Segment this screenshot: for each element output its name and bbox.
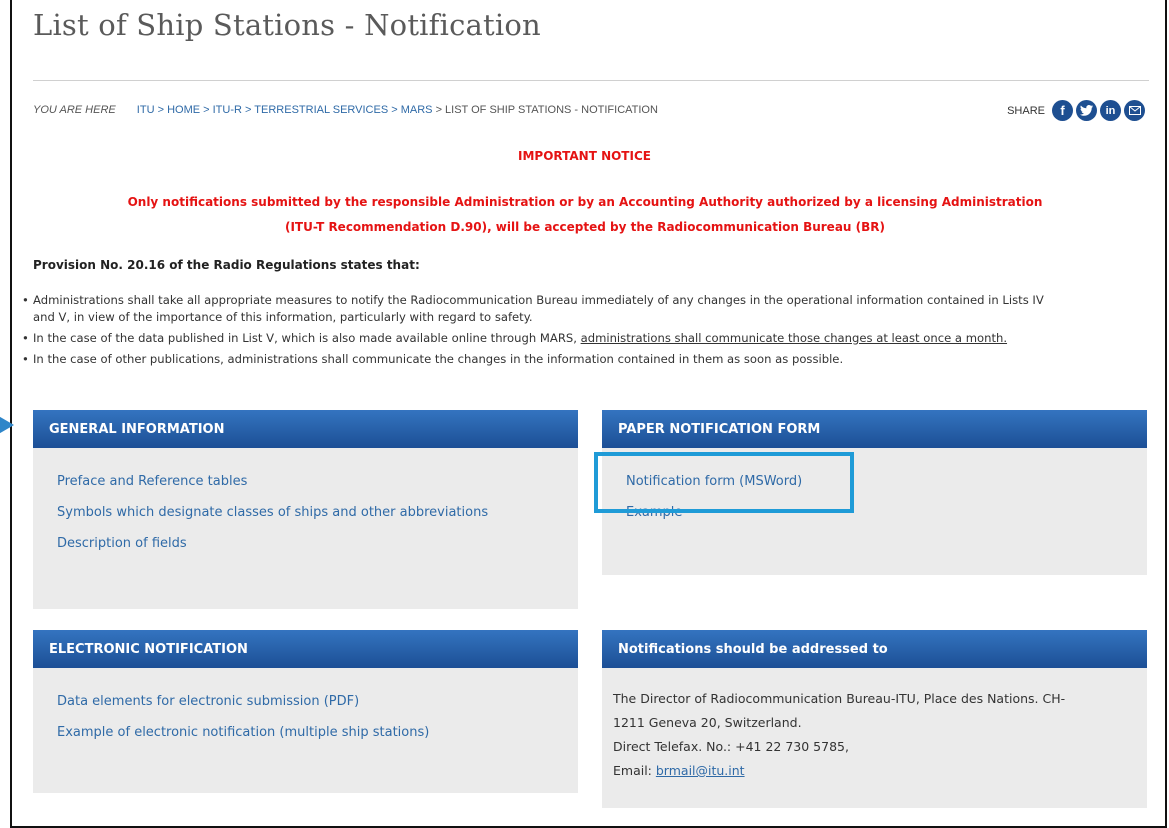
breadcrumb-itu[interactable]: ITU [137,104,155,116]
address-line-1: The Director of Radiocommunication Burea… [613,691,1066,706]
breadcrumb-terrestrial-services[interactable]: > TERRESTRIAL SERVICES [245,104,388,116]
share-label: SHARE [1007,104,1045,117]
provision-heading: Provision No. 20.16 of the Radio Regulat… [33,258,420,272]
facebook-icon[interactable]: f [1052,100,1073,121]
email-link[interactable]: brmail@itu.int [656,763,745,778]
breadcrumb-itu-r[interactable]: > ITU-R [203,104,242,116]
title-divider [33,80,1149,81]
email-icon[interactable] [1124,100,1145,121]
description-of-fields-link[interactable]: Description of fields [57,536,578,551]
breadcrumb-mars[interactable]: > MARS [391,104,432,116]
list-item: In the case of other publications, admin… [22,351,1150,368]
breadcrumb-prefix: YOU ARE HERE [33,104,116,116]
email-line: Email: brmail@itu.int [613,759,1133,783]
notice-body: Only notifications submitted by the resp… [120,190,1050,240]
notice-line-1: Only notifications submitted by the resp… [127,195,1043,209]
linkedin-icon[interactable]: in [1100,100,1121,121]
list-item: Administrations shall take all appropria… [22,292,1150,326]
telefax-line: Direct Telefax. No.: +41 22 730 5785, [613,739,849,754]
twitter-icon[interactable] [1076,100,1097,121]
page-title: List of Ship Stations - Notification [33,8,541,42]
preface-link[interactable]: Preface and Reference tables [57,474,578,489]
electronic-example-link[interactable]: Example of electronic notification (mult… [57,725,578,740]
panel-header: GENERAL INFORMATION [33,410,578,448]
bullet-3-text: In the case of other publications, admin… [33,352,844,366]
notice-title: IMPORTANT NOTICE [518,149,651,163]
breadcrumb-current: > LIST OF SHIP STATIONS - NOTIFICATION [435,104,658,116]
electronic-notification-panel: ELECTRONIC NOTIFICATION Data elements fo… [33,630,578,793]
notice-line-2: (ITU-T Recommendation D.90), will be acc… [284,220,885,234]
panel-header: ELECTRONIC NOTIFICATION [33,630,578,668]
bullet-1-line-2: and V, in view of the importance of this… [33,310,533,324]
general-information-panel: GENERAL INFORMATION Preface and Referenc… [33,410,578,609]
bullet-2-underlined: administrations shall communicate those … [580,331,1008,345]
provision-list: Administrations shall take all appropria… [22,292,1150,372]
list-item: In the case of the data published in Lis… [22,330,1150,347]
address-line-2: 1211 Geneva 20, Switzerland. [613,715,802,730]
address-panel: Notifications should be addressed to The… [602,630,1147,808]
panel-body: Preface and Reference tables Symbols whi… [33,448,578,551]
breadcrumb-home[interactable]: > HOME [158,104,200,116]
panel-header: PAPER NOTIFICATION FORM [602,410,1147,448]
breadcrumb: YOU ARE HERE ITU > HOME > ITU-R > TERRES… [33,104,658,116]
bullet-2-text: In the case of the data published in Lis… [33,331,581,345]
email-label: Email: [613,763,656,778]
panel-body: Data elements for electronic submission … [33,668,578,740]
address-body: The Director of Radiocommunication Burea… [602,668,1133,783]
bullet-1-line-1: Administrations shall take all appropria… [33,293,1044,307]
symbols-link[interactable]: Symbols which designate classes of ships… [57,505,578,520]
panel-header: Notifications should be addressed to [602,630,1147,668]
data-elements-link[interactable]: Data elements for electronic submission … [57,694,578,709]
pointer-arrow-icon [0,414,14,436]
share-bar: SHARE f in [1007,100,1145,121]
highlight-box [594,452,854,513]
